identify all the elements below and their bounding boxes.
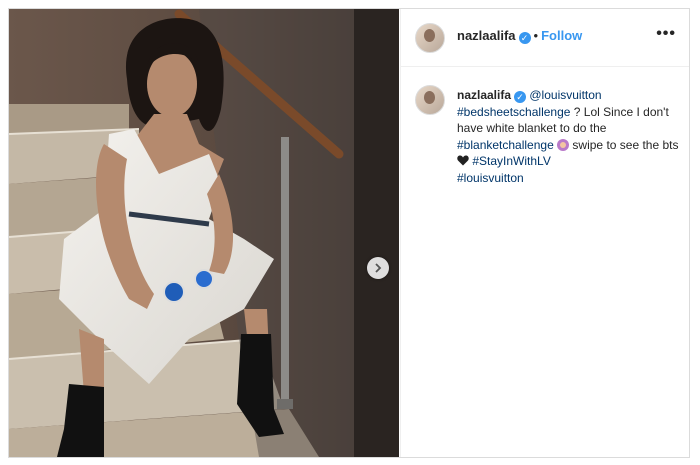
more-options-icon[interactable]: ••• [656,25,676,43]
chevron-right-icon [375,263,382,273]
post-container: nazlaalifa ✓ • Follow ••• nazlaalifa ✓ @loui… [8,8,690,458]
hashtag-bedsheetschallenge[interactable]: #bedsheetschallenge [457,105,570,119]
caption-text: nazlaalifa ✓ @louisvuitton #bedsheetschal… [457,87,682,186]
avatar[interactable] [415,23,445,53]
hashtag-blanketchallenge[interactable]: #blanketchallenge [457,138,554,152]
caption-avatar[interactable] [415,85,445,115]
caption-text-part2: swipe to see the bts [569,137,679,152]
mention-link[interactable]: @louisvuitton [529,88,601,102]
header-line: nazlaalifa ✓ • Follow [457,28,582,44]
separator-dot: • [533,28,539,43]
header-username[interactable]: nazlaalifa [457,28,516,43]
verified-badge-icon: ✓ [518,32,531,44]
hashtag-louisvuitton[interactable]: #louisvuitton [457,171,524,185]
woman-gesturing-emoji-icon [557,138,570,151]
post-sidebar: nazlaalifa ✓ • Follow ••• nazlaalifa ✓ @loui… [400,9,689,457]
post-photo[interactable] [9,9,399,457]
photo-illustration [9,9,399,457]
verified-badge-icon: ✓ [514,91,527,103]
follow-button[interactable]: Follow [541,28,582,43]
black-heart-icon [457,155,469,166]
caption-username[interactable]: nazlaalifa [457,88,511,102]
hashtag-stayinwithlv[interactable]: #StayInWithLV [472,154,550,168]
post-header: nazlaalifa ✓ • Follow ••• [401,9,689,67]
next-slide-button[interactable] [367,257,389,279]
